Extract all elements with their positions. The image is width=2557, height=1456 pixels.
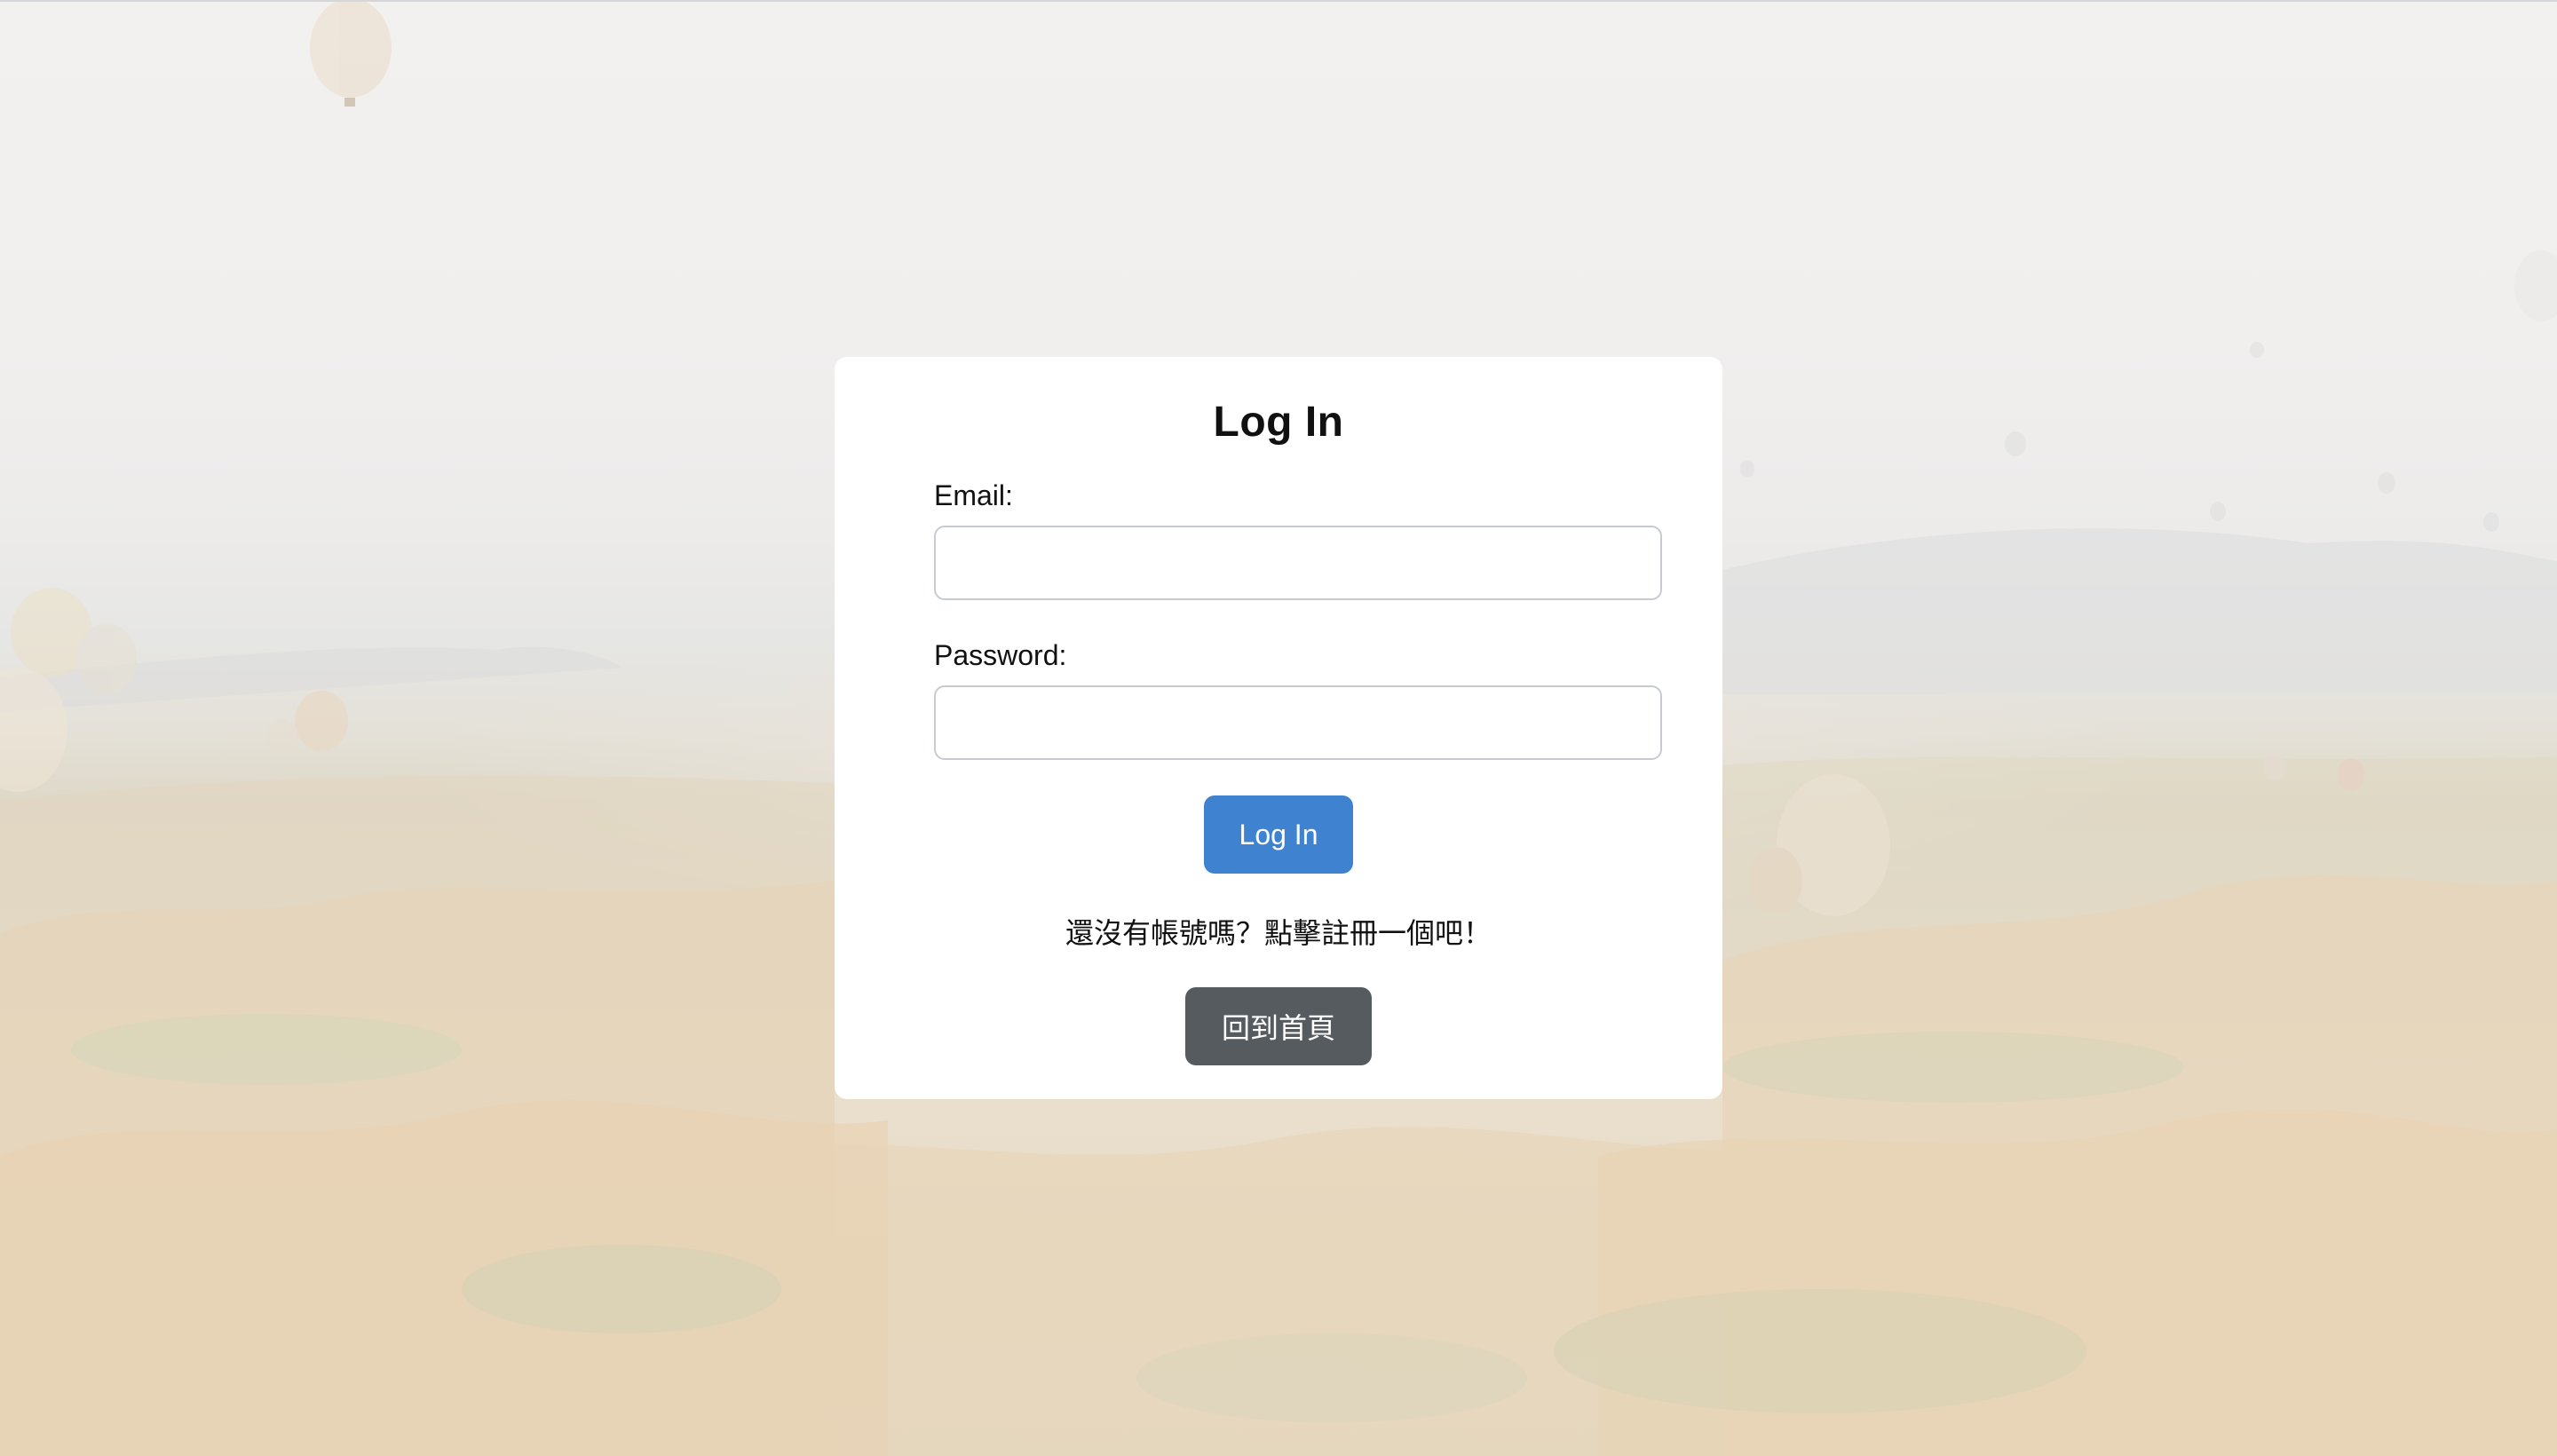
back-to-home-button[interactable]: 回到首頁 (1185, 987, 1372, 1065)
page-title: Log In (1213, 399, 1344, 446)
email-label: Email: (934, 479, 1013, 511)
login-page: Log In Email: Password: Log In 還沒有帳號嗎？點擊… (0, 0, 2557, 1456)
password-field[interactable] (934, 685, 1662, 760)
login-card: Log In Email: Password: Log In 還沒有帳號嗎？點擊… (835, 357, 1722, 1099)
login-button[interactable]: Log In (1204, 795, 1353, 874)
signup-link[interactable]: 還沒有帳號嗎？點擊註冊一個吧！ (835, 911, 1722, 952)
email-field[interactable] (934, 526, 1662, 600)
password-label: Password: (934, 639, 1067, 671)
